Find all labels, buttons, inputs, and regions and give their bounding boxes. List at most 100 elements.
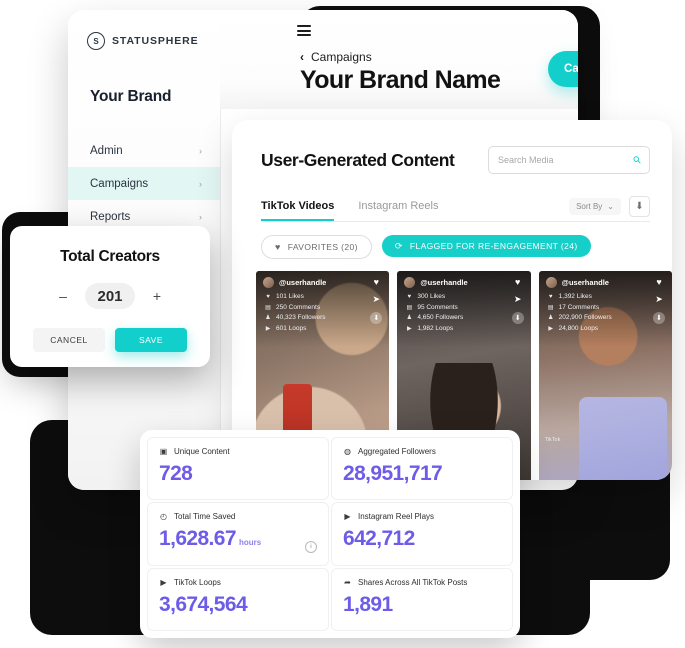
share-icon[interactable]: ➤ bbox=[655, 294, 663, 305]
stat-comments: ▤ 95 Comments bbox=[406, 304, 463, 311]
add-campaign-button[interactable]: Add Campaign + bbox=[548, 51, 578, 87]
brand-label: Your Brand bbox=[90, 88, 172, 105]
video-actions: ♥ ➤ ⬇ bbox=[652, 277, 665, 324]
chevron-left-icon: ‹ bbox=[300, 50, 304, 64]
sidebar-item-label: Campaigns bbox=[90, 177, 149, 190]
person-icon: ♟ bbox=[547, 315, 554, 321]
stat-comments: ▤ 17 Comments bbox=[548, 304, 612, 311]
creators-value[interactable]: 201 bbox=[85, 283, 135, 309]
chevron-right-icon: › bbox=[199, 178, 202, 189]
filter-chips: ♥ FAVORITES (20) ⟳ FLAGGED FOR RE-ENGAGE… bbox=[261, 235, 672, 259]
tab-tiktok-videos[interactable]: TikTok Videos bbox=[261, 200, 335, 221]
sidebar-item-campaigns[interactable]: Campaigns › bbox=[68, 167, 220, 200]
search-placeholder: Search Media bbox=[498, 155, 554, 165]
user-generated-content-panel: User-Generated Content Search Media ⚲ Ti… bbox=[232, 120, 672, 480]
avatar bbox=[545, 277, 557, 288]
heart-icon[interactable]: ♥ bbox=[374, 277, 379, 287]
metric-unit: hours bbox=[238, 538, 262, 548]
metric-aggregated-followers: ◍ Aggregated Followers 28,951,717 bbox=[331, 437, 513, 501]
save-button[interactable]: SAVE bbox=[115, 328, 187, 352]
metric-instagram-reel-plays: ▶ Instagram Reel Plays 642,712 bbox=[331, 502, 513, 566]
creator-handle[interactable]: @userhandle bbox=[404, 277, 468, 288]
heart-icon: ♥ bbox=[548, 293, 553, 300]
chevron-down-icon: ⌄ bbox=[607, 202, 614, 211]
chip-favorites[interactable]: ♥ FAVORITES (20) bbox=[261, 235, 372, 259]
download-icon[interactable]: ⬇ bbox=[629, 196, 650, 217]
metric-tiktok-loops: ▶ TikTok Loops 3,674,564 bbox=[147, 567, 329, 631]
metric-value: 1,891 bbox=[343, 592, 393, 616]
handle-label: @userhandle bbox=[420, 278, 468, 287]
share-icon[interactable]: ➤ bbox=[514, 294, 522, 305]
stat-comments: ▤ 250 Comments bbox=[265, 304, 326, 311]
stat-value: 101 Likes bbox=[276, 293, 304, 300]
video-stats: ♥ 1,392 Likes ▤ 17 Comments ♟ 202,900 Follo… bbox=[548, 293, 612, 335]
ugc-tabs: TikTok Videos Instagram Reels bbox=[261, 200, 438, 221]
sort-by-label: Sort By bbox=[576, 202, 603, 211]
stat-value: 4,650 Followers bbox=[417, 314, 464, 321]
heart-icon: ♥ bbox=[275, 242, 281, 252]
cancel-button[interactable]: CANCEL bbox=[33, 328, 105, 352]
sort-by-dropdown[interactable]: Sort By ⌄ bbox=[569, 198, 621, 215]
download-icon[interactable]: ⬇ bbox=[652, 312, 665, 324]
ugc-title: User-Generated Content bbox=[261, 149, 455, 170]
tiktok-watermark: TikTok bbox=[544, 437, 561, 443]
logo-text: STATUSPHERE bbox=[112, 35, 199, 47]
increment-button[interactable]: + bbox=[152, 288, 162, 304]
stat-loops: ▶ 1,982 Loops bbox=[406, 325, 463, 332]
download-icon[interactable]: ⬇ bbox=[370, 312, 383, 324]
decrement-button[interactable]: – bbox=[58, 288, 68, 304]
breadcrumb-label: Campaigns bbox=[311, 50, 372, 64]
tab-instagram-reels[interactable]: Instagram Reels bbox=[358, 200, 438, 221]
chevron-right-icon: › bbox=[199, 145, 202, 156]
stat-likes: ♥ 300 Likes bbox=[406, 293, 463, 300]
stat-value: 250 Comments bbox=[276, 303, 321, 311]
chip-flagged-for-re-engagement[interactable]: ⟳ FLAGGED FOR RE-ENGAGEMENT (24) bbox=[381, 235, 591, 257]
stat-likes: ♥ 101 Likes bbox=[265, 293, 326, 300]
top-bar: ‹ Campaigns Your Brand Name Add Campaign… bbox=[220, 10, 578, 109]
metric-label: Unique Content bbox=[174, 447, 230, 456]
stat-value: 202,900 Followers bbox=[558, 314, 612, 321]
play-icon: ▶ bbox=[265, 325, 271, 332]
logo[interactable]: S STATUSPHERE bbox=[68, 10, 220, 50]
metric-label: Total Time Saved bbox=[174, 512, 236, 522]
chip-label: FAVORITES (20) bbox=[287, 242, 358, 252]
chevron-right-icon: › bbox=[199, 211, 202, 222]
share-icon: ➦ bbox=[344, 577, 351, 587]
video-stats: ♥ 300 Likes ▤ 95 Comments ♟ 4,650 Followers… bbox=[406, 293, 463, 335]
heart-icon[interactable]: ♥ bbox=[656, 277, 661, 287]
creator-handle[interactable]: @userhandle bbox=[263, 277, 326, 288]
download-icon[interactable]: ⬇ bbox=[511, 312, 524, 324]
creator-handle[interactable]: @userhandle bbox=[545, 277, 609, 288]
metric-total-time-saved: ◴ Total Time Saved 1,628.67 hours i bbox=[147, 502, 329, 566]
hamburger-menu-icon[interactable] bbox=[297, 25, 311, 36]
comment-icon: ▤ bbox=[265, 304, 271, 311]
play-icon: ▶ bbox=[407, 325, 412, 332]
stat-value: 95 Comments bbox=[417, 303, 458, 311]
metric-label: TikTok Loops bbox=[174, 577, 221, 587]
stat-value: 17 Comments bbox=[558, 303, 600, 311]
info-icon[interactable]: i bbox=[305, 540, 317, 553]
handle-label: @userhandle bbox=[561, 278, 609, 287]
breadcrumb[interactable]: ‹ Campaigns bbox=[300, 50, 372, 64]
heart-icon[interactable]: ♥ bbox=[515, 277, 520, 287]
page-title: Your Brand Name bbox=[300, 66, 501, 94]
stat-loops: ▶ 24,800 Loops bbox=[548, 325, 612, 332]
metric-shares-across-all-tiktok-posts: ➦ Shares Across All TikTok Posts 1,891 bbox=[331, 567, 513, 631]
stat-followers: ♟ 202,900 Followers bbox=[548, 314, 612, 321]
search-media-input[interactable]: Search Media ⚲ bbox=[488, 146, 650, 174]
clock-icon: ◴ bbox=[160, 512, 167, 522]
play-icon: ▶ bbox=[548, 325, 553, 332]
stat-value: 1,392 Likes bbox=[558, 293, 592, 300]
stat-likes: ♥ 1,392 Likes bbox=[548, 293, 612, 300]
comment-icon: ▤ bbox=[547, 304, 554, 311]
avatar bbox=[404, 277, 416, 288]
share-icon[interactable]: ➤ bbox=[373, 294, 381, 305]
statusphere-globe-icon: S bbox=[87, 32, 105, 50]
stat-value: 601 Loops bbox=[276, 324, 307, 332]
play-icon: ▶ bbox=[160, 577, 167, 587]
stat-value: 300 Likes bbox=[417, 293, 446, 300]
video-card[interactable]: @userhandle ♥ 1,392 Likes ▤ 17 Comments ♟ 2… bbox=[538, 271, 672, 480]
metric-value: 28,951,717 bbox=[343, 462, 443, 485]
heart-icon: ♥ bbox=[266, 293, 270, 300]
sidebar-item-admin[interactable]: Admin › bbox=[68, 134, 220, 167]
